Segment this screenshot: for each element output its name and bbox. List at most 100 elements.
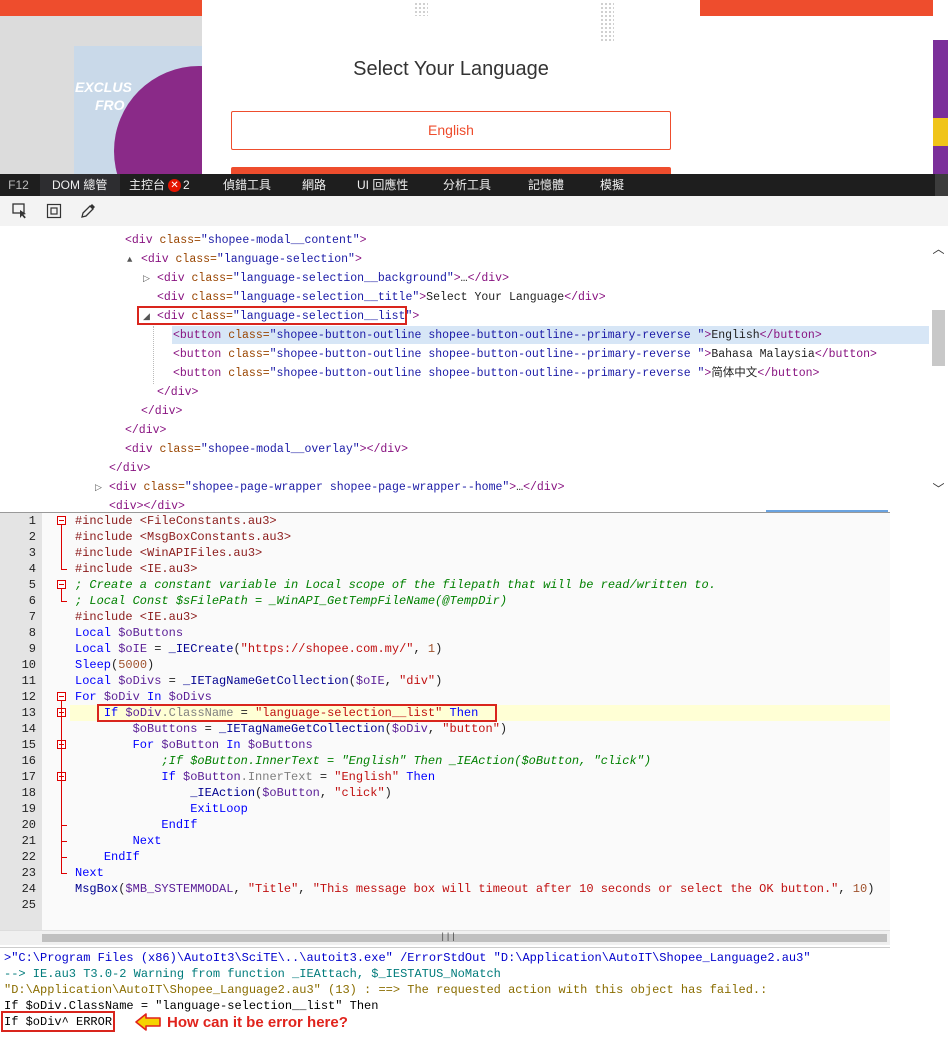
bahasa-button-partial[interactable] [231,167,671,174]
code-token: Sleep [75,658,112,672]
dom-toolbar [0,196,948,227]
line-number: 9 [28,642,36,656]
code-line[interactable]: Next [75,865,104,881]
fold-toggle-icon[interactable] [57,516,66,525]
line-number: 16 [21,754,36,768]
fold-end [61,841,67,842]
console-error-count: 2 [183,178,190,192]
dom-node-row[interactable]: <div class="shopee-modal__overlay"></div… [111,440,408,459]
code-line[interactable]: ExitLoop [75,801,248,817]
tab-debugger[interactable]: 偵錯工具 [223,174,271,196]
code-line[interactable]: #include <IE.au3> [75,609,197,625]
annotation-box-dom-list [137,306,407,325]
horizontal-scrollbar[interactable]: ||| [0,930,890,945]
line-number: 14 [21,722,36,736]
dom-node-row[interactable]: ▷ <div class="language-selection__backgro… [143,269,509,288]
code-line[interactable]: #include <MsgBoxConstants.au3> [75,529,291,545]
fold-toggle-icon[interactable] [57,580,66,589]
dom-node-row[interactable]: <div></div> [95,497,185,510]
tab-f12[interactable]: F12 [0,174,37,196]
code-line[interactable]: Sleep(5000) [75,657,154,673]
tab-console[interactable]: 主控台 ✕ 2 [129,174,190,196]
code-token: "Title" [247,882,299,896]
code-token: = [147,642,169,656]
code-token: "This message box will timeout after 10 … [312,882,839,896]
code-token: $oDiv [391,722,428,736]
dom-text: Select Your Language [426,291,565,304]
code-line[interactable]: EndIf [75,849,140,865]
fold-end [61,857,67,858]
select-element-icon[interactable] [11,202,29,220]
dom-node-row[interactable]: <button class="shopee-button-outline sho… [159,326,822,345]
tab-network[interactable]: 網路 [302,174,326,196]
dom-tag: </div> [366,443,408,456]
dom-attr-name: class= [221,367,270,380]
dom-node-row[interactable]: ▷ <div class="shopee-page-wrapper shopee-… [95,478,565,497]
dom-text: 简体中文 [711,367,758,380]
line-number: 20 [21,818,36,832]
expand-toggle-icon[interactable]: ▷ [143,270,157,289]
scroll-down-icon[interactable]: ﹀ [932,480,945,497]
devtools-scrollbar[interactable] [935,174,948,196]
dom-scrollbar-thumb[interactable] [932,310,945,366]
dom-attr-value: "language-selection" [216,253,355,266]
code-token: MsgBox [75,882,119,896]
dom-node-row[interactable]: </div> [95,459,150,478]
code-line[interactable]: Local $oDivs = _IETagNameGetCollection($… [75,673,442,689]
code-line[interactable]: Next [75,833,162,849]
horizontal-scrollbar-thumb[interactable] [42,934,887,942]
dom-node-row[interactable]: <button class="shopee-button-outline sho… [159,345,877,364]
code-line[interactable]: Local $oButtons [75,625,183,641]
dom-tag: <div [141,253,169,266]
scroll-grip-icon: ||| [440,932,457,942]
code-token: In [219,738,248,752]
code-line[interactable]: #include <WinAPIFiles.au3> [75,545,262,561]
expand-toggle-icon[interactable]: ▷ [95,479,109,498]
dom-tag: </div> [523,481,565,494]
code-line[interactable]: Local $oIE = _IECreate("https://shopee.c… [75,641,442,657]
code-line[interactable]: ; Local Const $sFilePath = _WinAPI_GetTe… [75,593,507,609]
english-button[interactable]: English [231,111,671,150]
code-line[interactable]: $oButtons = _IETagNameGetCollection($oDi… [75,721,508,737]
tab-dom-explorer[interactable]: DOM 總管 [40,174,120,196]
dom-scrollbar[interactable]: ︿ ﹀ [929,226,948,510]
code-line[interactable]: MsgBox($MB_SYSTEMMODAL, "Title", "This m… [75,881,874,897]
dom-tag: > [359,443,367,456]
tab-emulation[interactable]: 模擬 [600,174,624,196]
code-line[interactable]: If $oButton.InnerText = "English" Then [75,769,435,785]
fold-toggle-icon[interactable] [57,692,66,701]
code-token: , [319,786,335,800]
tab-profiler[interactable]: 分析工具 [443,174,491,196]
code-token: $MB_SYSTEMMODAL [125,882,234,896]
dom-node-row[interactable]: <button class="shopee-button-outline sho… [159,364,819,383]
scroll-up-icon[interactable]: ︿ [932,240,945,257]
dom-attr-name: class= [136,481,185,494]
code-line[interactable]: ; Create a constant variable in Local sc… [75,577,716,593]
line-number: 24 [21,882,36,896]
code-line[interactable]: EndIf [75,817,197,833]
dom-node-row[interactable]: </div> [127,402,182,421]
code-line[interactable]: For $oButton In $oButtons [75,737,313,753]
tab-ui-responsiveness[interactable]: UI 回應性 [357,174,408,196]
expand-toggle-icon[interactable]: ▲ [127,251,141,270]
code-line[interactable]: #include <IE.au3> [75,561,197,577]
dom-tag: </button> [814,348,877,361]
output-line: "D:\Application\AutoIT\Shopee_Language2.… [4,983,768,997]
code-line[interactable]: For $oDiv In $oDivs [75,689,212,705]
code-line[interactable]: _IEAction($oButton, "click") [75,785,392,801]
dom-node-row[interactable]: ▲ <div class="language-selection"> [127,250,362,269]
tab-memory[interactable]: 記憶體 [528,174,564,196]
dom-node-row[interactable]: </div> [143,383,198,402]
code-token: Then [399,770,436,784]
output-pane[interactable]: >"C:\Program Files (x86)\AutoIt3\SciTE\.… [0,947,890,1038]
code-token: "click" [334,786,385,800]
dom-node-row[interactable]: </div> [111,421,166,440]
highlight-box-icon[interactable] [45,202,63,220]
color-picker-icon[interactable] [79,202,97,220]
dom-node-row[interactable]: <div class="shopee-modal__content"> [111,231,367,250]
dom-node-row[interactable]: <div class="language-selection__title">S… [143,288,606,307]
code-line[interactable]: #include <FileConstants.au3> [75,513,277,529]
code-line[interactable]: ;If $oButton.InnerText = "English" Then … [75,753,651,769]
